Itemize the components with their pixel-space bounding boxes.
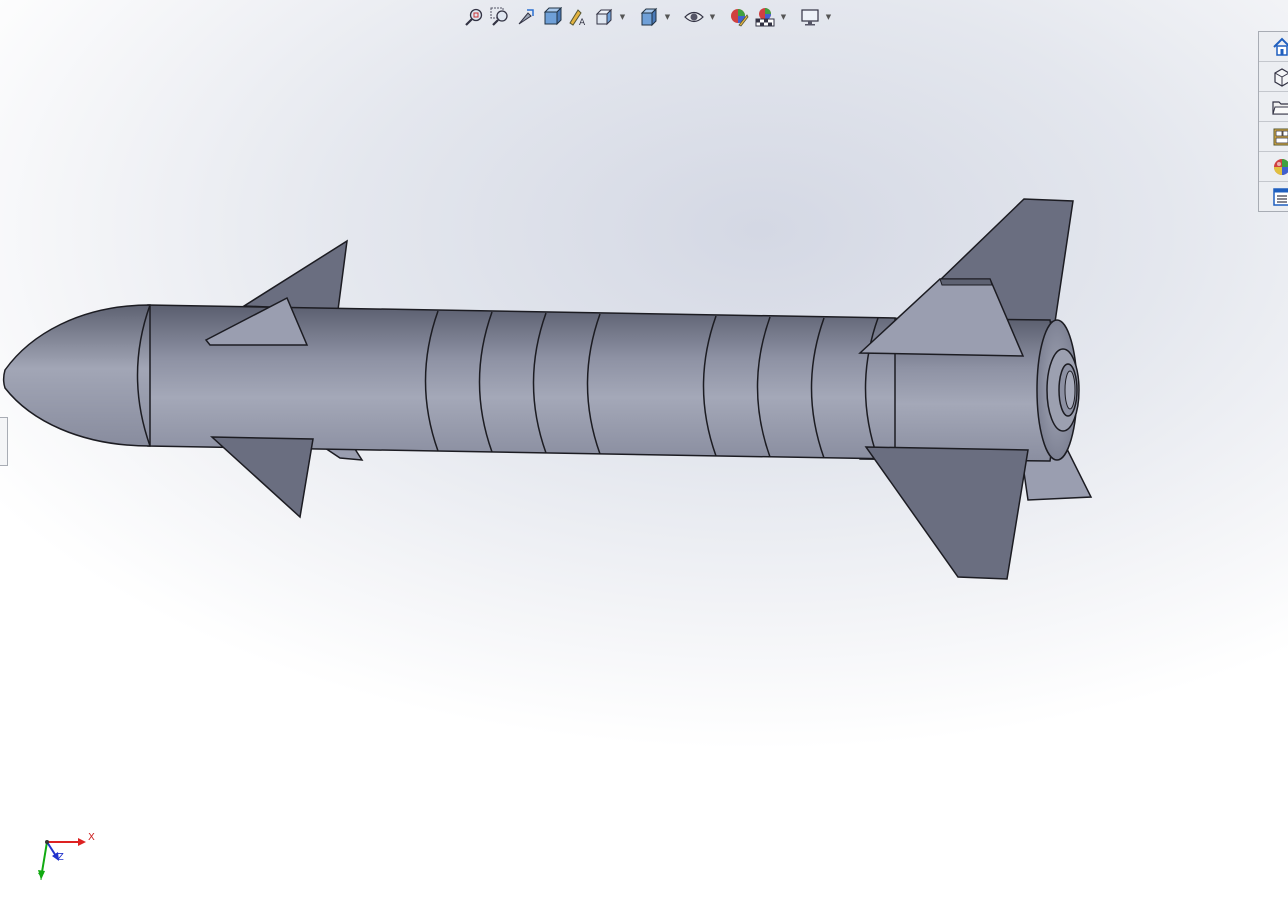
nozzle-bore <box>1064 370 1076 410</box>
task-pane-tab-3d-parts-library[interactable] <box>1259 62 1288 92</box>
task-pane-tab-custom-properties[interactable] <box>1259 182 1288 211</box>
view-settings-button[interactable] <box>798 5 822 29</box>
hide-show-items-button[interactable] <box>682 5 706 29</box>
rear-fin-bottom-near[interactable] <box>864 446 1029 580</box>
apply-scene-icon <box>755 8 775 27</box>
section-view-button[interactable] <box>540 5 564 29</box>
view-settings-dropdown[interactable]: ▼ <box>824 5 833 29</box>
graphics-area[interactable] <box>0 0 1288 899</box>
triad-x-label: X <box>88 832 95 843</box>
zoom-to-area-icon <box>490 7 508 26</box>
missile-model[interactable] <box>2 198 1093 580</box>
triad-y-label: Y <box>38 872 45 883</box>
zoom-to-fit-icon <box>465 8 483 26</box>
triad-z-label: Z <box>57 852 64 863</box>
display-style-dropdown[interactable]: ▼ <box>663 5 672 29</box>
edit-appearance-icon <box>731 9 749 27</box>
rear-fin-top-near-cap <box>939 278 993 286</box>
hide-show-items-dropdown[interactable]: ▼ <box>708 5 717 29</box>
view-palette-icon <box>1273 128 1288 145</box>
zoom-to-area-button[interactable] <box>488 5 512 29</box>
heads-up-view-toolbar: A ▼ ▼ ▼ ▼ ▼ <box>462 4 833 30</box>
task-pane-tabs <box>1258 31 1288 212</box>
home-icon <box>1273 37 1288 56</box>
display-style-icon <box>640 7 658 27</box>
previous-view-button[interactable] <box>514 5 538 29</box>
zoom-to-fit-button[interactable] <box>462 5 486 29</box>
section-view-icon <box>543 7 562 26</box>
front-fin-top-far[interactable] <box>241 239 348 311</box>
reference-triad: X Y Z <box>30 828 110 884</box>
task-pane-tab-view-palette[interactable] <box>1259 122 1288 152</box>
custom-properties-icon <box>1273 187 1288 206</box>
view-orientation-button[interactable] <box>592 5 616 29</box>
file-explorer-icon <box>1272 100 1288 115</box>
view-orientation-dropdown[interactable]: ▼ <box>618 5 627 29</box>
hide-show-items-icon <box>684 11 704 23</box>
task-pane-tab-appearances-scenes[interactable] <box>1259 152 1288 182</box>
feature-manager-collapse-handle[interactable] <box>0 417 8 466</box>
svg-text:A: A <box>579 18 586 27</box>
view-orientation-icon <box>595 8 613 26</box>
front-fin-bottom-near[interactable] <box>210 436 314 519</box>
apply-scene-dropdown[interactable]: ▼ <box>779 5 788 29</box>
previous-view-icon <box>518 9 534 25</box>
apply-scene-button[interactable] <box>753 5 777 29</box>
nose-cone[interactable] <box>2 304 151 447</box>
appearances-scenes-icon <box>1274 158 1288 175</box>
task-pane-tab-home[interactable] <box>1259 32 1288 62</box>
3d-parts-library-icon <box>1274 67 1288 87</box>
task-pane-tab-file-explorer[interactable] <box>1259 92 1288 122</box>
edit-appearance-button[interactable] <box>727 5 751 29</box>
dynamic-annotation-views-button[interactable]: A <box>566 5 590 29</box>
display-style-button[interactable] <box>637 5 661 29</box>
view-settings-icon <box>801 9 819 26</box>
dynamic-annotation-views-icon: A <box>569 9 586 27</box>
